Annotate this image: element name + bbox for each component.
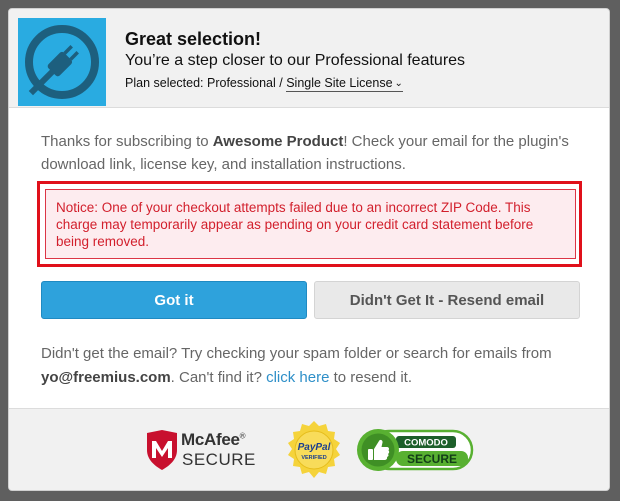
intro-message: Thanks for subscribing to Awesome Produc… xyxy=(41,130,581,176)
plug-icon xyxy=(25,25,99,99)
product-name: Awesome Product xyxy=(212,133,344,150)
mcafee-registered-mark: ® xyxy=(239,431,246,441)
mcafee-name: McAfee® xyxy=(181,430,246,450)
plugin-logo xyxy=(18,18,106,106)
mcafee-secure-label: SECURE xyxy=(182,450,256,469)
paypal-seal-icon: PayPal VERIFIED xyxy=(288,421,340,478)
trust-badges: McAfee® SECURE PayPal VERIFIED COMODO SE… xyxy=(9,408,609,490)
resend-email-button[interactable]: Didn't Get It - Resend email xyxy=(314,281,580,319)
chevron-down-icon: ⌄ xyxy=(394,78,403,89)
got-it-button[interactable]: Got it xyxy=(41,281,307,319)
comodo-secure-label: SECURE xyxy=(407,452,457,466)
license-select[interactable]: Single Site License ⌄ xyxy=(286,76,403,92)
comodo-name: COMODO xyxy=(404,438,448,449)
dialog-title: Great selection! xyxy=(125,29,262,49)
support-email: yo@freemius.com xyxy=(41,369,171,386)
help-middle: . Can't find it? xyxy=(170,369,267,386)
mcafee-name-text: McAfee xyxy=(181,430,240,449)
plan-selection: Plan selected: Professional / Single Sit… xyxy=(125,76,403,92)
paypal-verified-label: VERIFIED xyxy=(301,455,326,461)
dialog-subtitle: You’re a step closer to our Professional… xyxy=(125,52,466,69)
checkout-notice: Notice: One of your checkout attempts fa… xyxy=(45,189,576,259)
comodo-secure-badge: COMODO SECURE xyxy=(356,428,474,477)
intro-prefix: Thanks for subscribing to xyxy=(41,133,213,150)
paypal-verified-badge: PayPal VERIFIED xyxy=(285,420,343,485)
plan-prefix: Plan selected: Professional / xyxy=(125,76,287,90)
resend-link[interactable]: click here xyxy=(266,369,329,386)
license-select-value: Single Site License xyxy=(286,76,393,90)
dialog-header: Great selection! You’re a step closer to… xyxy=(9,9,609,108)
paypal-name: PayPal xyxy=(298,442,331,453)
checkout-success-dialog: Great selection! You’re a step closer to… xyxy=(8,8,610,491)
help-suffix: to resend it. xyxy=(329,369,412,386)
mcafee-shield-icon xyxy=(147,430,177,470)
help-prefix: Didn't get the email? Try checking your … xyxy=(41,345,552,362)
comodo-seal-icon: COMODO SECURE xyxy=(357,429,474,471)
help-message: Didn't get the email? Try checking your … xyxy=(41,342,586,390)
mcafee-secure-badge: McAfee® SECURE xyxy=(145,428,257,472)
